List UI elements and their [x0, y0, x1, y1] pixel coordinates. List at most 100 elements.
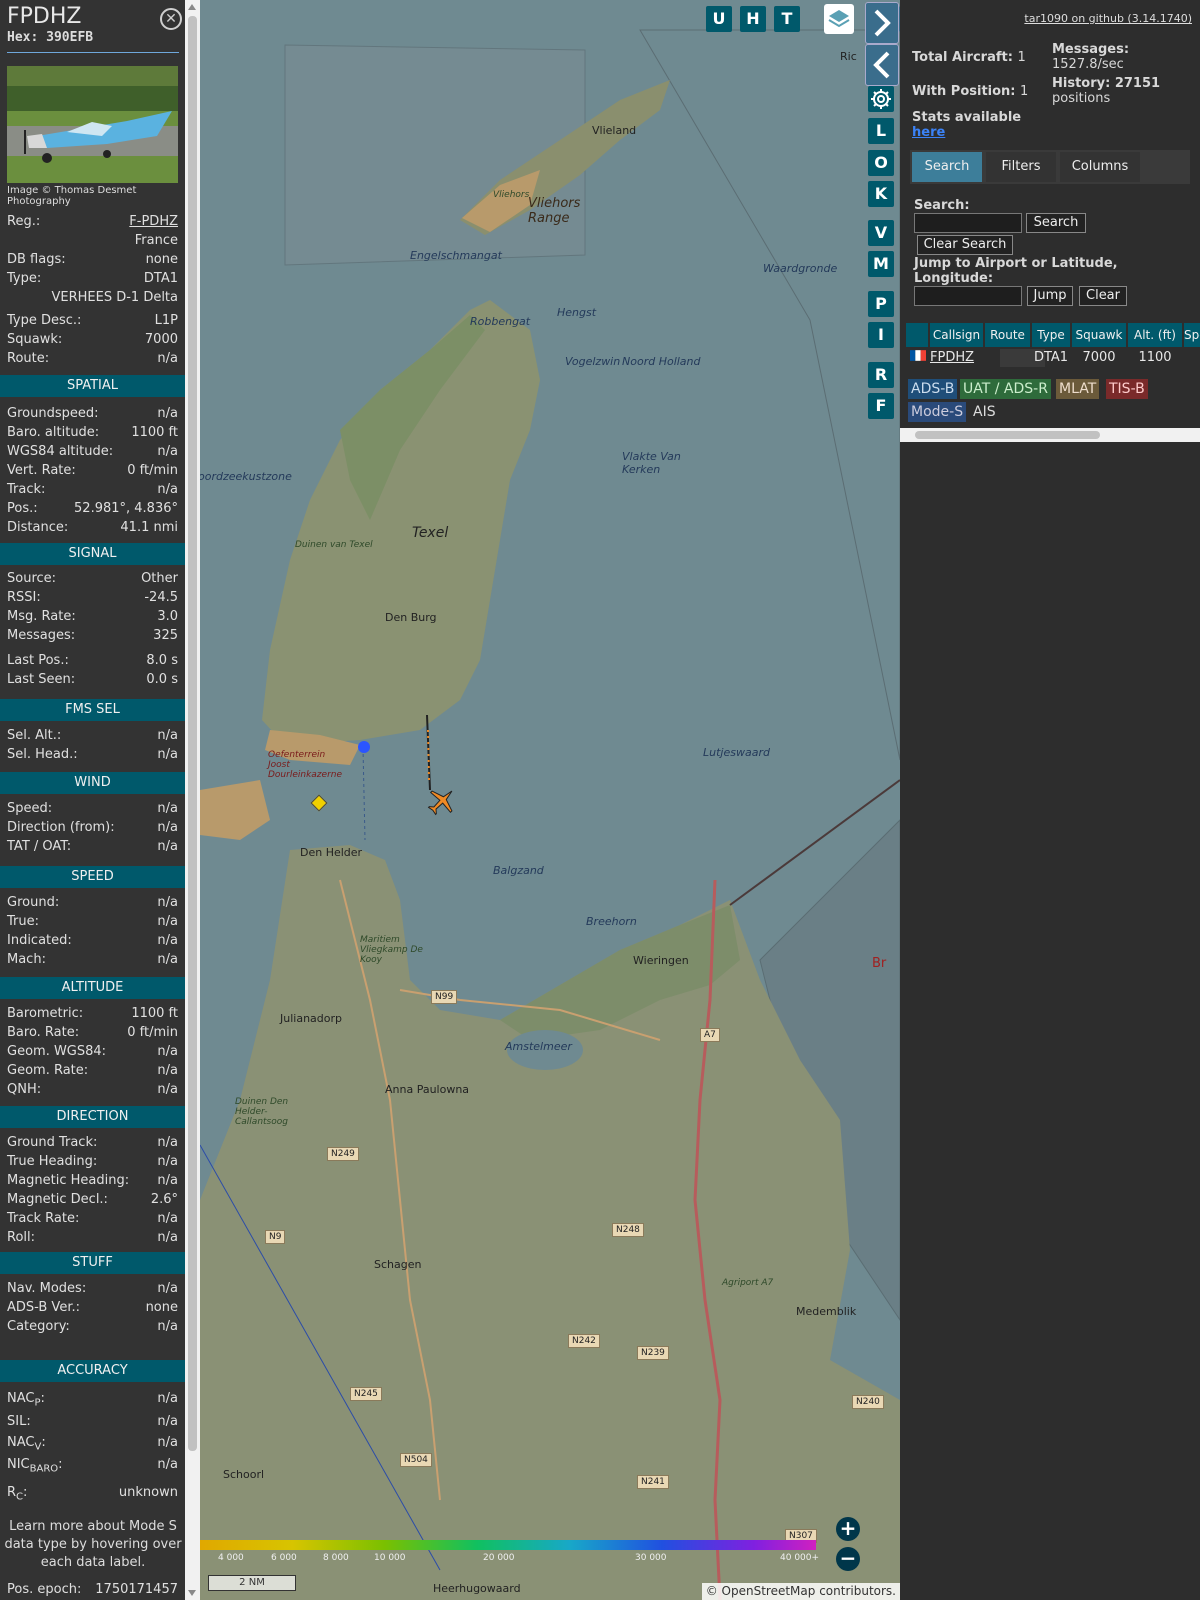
row-label[interactable]: Ground: [7, 894, 59, 912]
row-label[interactable]: ADS-B Ver.: [7, 1299, 80, 1317]
map-button-i[interactable]: I [868, 322, 894, 348]
row-label[interactable]: True: [7, 913, 39, 931]
row-label[interactable]: Last Pos.: [7, 652, 69, 670]
map-button-u[interactable]: U [706, 6, 732, 32]
info-row: Roll: n/a [7, 1229, 178, 1247]
row-label[interactable]: Msg. Rate: [7, 608, 76, 626]
map-button-h[interactable]: H [740, 6, 766, 32]
map[interactable]: Vlieland Vliehors Range Texel Den Burg Den H… [200, 0, 900, 1600]
clear-button[interactable]: Clear [1079, 286, 1127, 306]
row-label[interactable]: True Heading: [7, 1153, 97, 1171]
row-label[interactable]: Ground Track: [7, 1134, 97, 1152]
row-label[interactable]: Mach: [7, 951, 46, 969]
panel-scrollbar[interactable] [185, 0, 200, 1600]
row-label[interactable]: TAT / OAT: [7, 838, 71, 856]
zoom-out-button[interactable]: − [836, 1547, 860, 1571]
row-label[interactable]: SIL: [7, 1413, 31, 1431]
clear-search-button[interactable]: Clear Search [917, 235, 1013, 255]
search-button[interactable]: Search [1026, 213, 1086, 233]
expand-panel-button[interactable] [865, 2, 899, 44]
row-label[interactable]: Barometric: [7, 1005, 83, 1023]
aircraft-photo[interactable] [7, 66, 178, 183]
column-header-type[interactable]: Type [1032, 323, 1070, 347]
legend-ais: AIS [973, 404, 996, 420]
row-label[interactable]: RSSI: [7, 589, 41, 607]
row-label[interactable]: NACP: [7, 1390, 45, 1413]
row-label[interactable]: Source: [7, 570, 56, 588]
map-button-o[interactable]: O [868, 150, 894, 176]
row-label[interactable]: RC: [7, 1484, 27, 1507]
map-button-t[interactable]: T [774, 6, 800, 32]
openstreetmap-link[interactable]: OpenStreetMap [722, 1584, 816, 1598]
scroll-thumb[interactable] [188, 16, 197, 1451]
jump-input[interactable] [914, 286, 1022, 306]
settings-button[interactable] [868, 86, 894, 112]
row-label[interactable]: Geom. Rate: [7, 1062, 88, 1080]
row-label[interactable]: Baro. Rate: [7, 1024, 79, 1042]
scroll-thumb[interactable] [915, 431, 1100, 439]
map-button-k[interactable]: K [868, 181, 894, 207]
section-header-speed: SPEED [0, 866, 185, 888]
row-label[interactable]: Vert. Rate: [7, 462, 76, 480]
github-link[interactable]: tar1090 on github (3.14.1740) [1024, 12, 1192, 25]
table-scrollbar[interactable] [900, 428, 1200, 442]
column-header-speed[interactable]: Spd. [1184, 323, 1200, 347]
row-value: n/a [157, 1211, 178, 1226]
row-label[interactable]: Distance: [7, 519, 68, 537]
row-label[interactable]: Roll: [7, 1229, 35, 1247]
legend-tisb: TIS-B [1106, 379, 1148, 399]
layers-button[interactable] [824, 4, 854, 34]
registration-link[interactable]: F-PDHZ [129, 213, 178, 231]
row-label[interactable]: NICBARO: [7, 1456, 63, 1479]
column-header-callsign[interactable]: Callsign [930, 323, 983, 347]
row-label[interactable]: Nav. Modes: [7, 1280, 86, 1298]
row-label[interactable]: WGS84 altitude: [7, 443, 113, 461]
jump-button[interactable]: Jump [1027, 286, 1073, 306]
map-button-f[interactable]: F [868, 393, 894, 419]
row-label[interactable]: Pos.: [7, 500, 38, 518]
row-label[interactable]: Baro. altitude: [7, 424, 99, 442]
search-input[interactable] [914, 213, 1022, 233]
row-label[interactable]: QNH: [7, 1081, 41, 1099]
row-label[interactable]: Track: [7, 481, 45, 499]
info-row: Geom. Rate: n/a [7, 1062, 178, 1080]
row-label[interactable]: Category: [7, 1318, 70, 1336]
row-label[interactable]: Messages: [7, 627, 75, 645]
jump-label: Jump to Airport or Latitude, Longitude: [914, 256, 1118, 286]
row-label[interactable]: Magnetic Heading: [7, 1172, 129, 1190]
scroll-up-icon[interactable] [188, 4, 196, 10]
tab-search[interactable]: Search [912, 152, 982, 182]
zoom-in-button[interactable]: + [836, 1517, 860, 1541]
map-canvas[interactable] [200, 0, 900, 1600]
column-header-altitude[interactable]: Alt. (ft) [1128, 323, 1182, 347]
scroll-down-icon[interactable] [188, 1590, 196, 1596]
map-button-p[interactable]: P [868, 291, 894, 317]
map-button-l[interactable]: L [868, 118, 894, 144]
altitude-colorbar [200, 1540, 816, 1550]
column-header-squawk[interactable]: Squawk [1072, 323, 1126, 347]
map-button-v[interactable]: V [868, 220, 894, 246]
stats-here-link[interactable]: here [912, 125, 945, 140]
row-label[interactable]: Sel. Alt.: [7, 727, 61, 745]
row-label[interactable]: Speed: [7, 800, 52, 818]
row-label[interactable]: Sel. Head.: [7, 746, 78, 764]
row-callsign-link[interactable]: FPDHZ [930, 349, 983, 367]
row-label[interactable]: Groundspeed: [7, 405, 98, 423]
row-label[interactable]: Track Rate: [7, 1210, 79, 1228]
tab-columns[interactable]: Columns [1060, 152, 1140, 182]
row-label[interactable]: Geom. WGS84: [7, 1043, 106, 1061]
row-label[interactable]: Magnetic Decl.: [7, 1191, 108, 1209]
collapse-panel-button[interactable] [865, 44, 899, 86]
row-label[interactable]: Last Seen: [7, 671, 75, 689]
close-icon[interactable]: ✕ [160, 8, 182, 30]
label-colon: : [41, 1435, 46, 1450]
tab-filters[interactable]: Filters [986, 152, 1056, 182]
map-place-label: Ric [840, 50, 857, 63]
row-label[interactable]: NACV: [7, 1434, 46, 1457]
map-button-r[interactable]: R [868, 362, 894, 388]
column-header-route[interactable]: Route [985, 323, 1030, 347]
map-button-m[interactable]: M [868, 251, 894, 277]
row-label[interactable]: Direction (from): [7, 819, 115, 837]
aircraft-marker-icon[interactable] [426, 785, 458, 817]
row-label[interactable]: Indicated: [7, 932, 72, 950]
